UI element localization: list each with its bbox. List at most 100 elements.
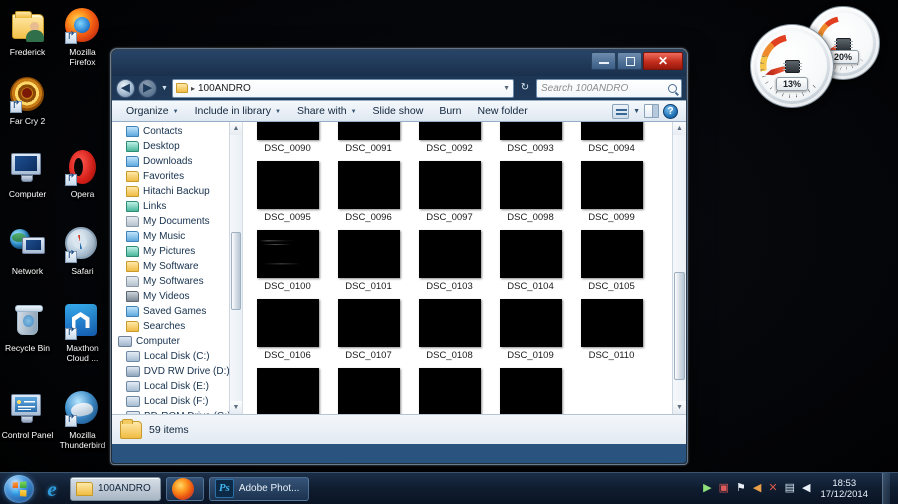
- nav-item-contacts[interactable]: Contacts: [116, 124, 242, 139]
- file-item[interactable]: DSC_0091: [328, 122, 409, 155]
- nav-item-my-software[interactable]: My Software: [116, 259, 242, 274]
- nav-item-local-disk-c[interactable]: Local Disk (C:): [116, 349, 242, 364]
- taskbar[interactable]: e 100ANDRO Ps Adobe Phot... ▶ ▣ ⚑ ◀ ✕ ▤ …: [0, 472, 898, 504]
- view-chevron-down-icon[interactable]: ▼: [633, 108, 640, 115]
- file-item[interactable]: DSC_0110: [571, 299, 652, 362]
- toolbar-new-folder[interactable]: New folder: [470, 103, 536, 119]
- nav-item-desktop[interactable]: Desktop: [116, 139, 242, 154]
- file-item[interactable]: DSC_0095: [247, 161, 328, 224]
- window-titlebar[interactable]: ✕: [112, 50, 686, 76]
- file-item[interactable]: DSC_0107: [328, 299, 409, 362]
- desktop[interactable]: Frederick Mozilla Firefox Far Cry 2 Comp…: [0, 0, 898, 504]
- desktop-icon-safari[interactable]: Safari: [55, 223, 110, 282]
- nav-item-local-disk-f[interactable]: Local Disk (F:): [116, 394, 242, 409]
- file-item[interactable]: DSC_0113: [409, 368, 490, 414]
- navigation-pane[interactable]: Contacts Desktop Downloads Favorites Hit…: [112, 122, 243, 414]
- nav-item-bd-rom-drive-g[interactable]: BD-ROM Drive (G:): [116, 409, 242, 414]
- nav-item-links[interactable]: Links: [116, 199, 242, 214]
- recent-pages-chevron-icon[interactable]: ▼: [160, 85, 169, 92]
- search-input[interactable]: Search 100ANDRO: [536, 78, 682, 98]
- scrollbar-thumb[interactable]: [231, 232, 241, 310]
- nav-item-my-pictures[interactable]: My Pictures: [116, 244, 242, 259]
- desktop-icon-recycle-bin[interactable]: Recycle Bin: [0, 300, 55, 369]
- file-item[interactable]: DSC_0108: [409, 299, 490, 362]
- refresh-button[interactable]: ↻: [517, 79, 533, 97]
- network-icon[interactable]: ▤: [785, 483, 795, 494]
- nav-item-my-softwares[interactable]: My Softwares: [116, 274, 242, 289]
- file-item[interactable]: DSC_0094: [571, 122, 652, 155]
- breadcrumb-chevron-down-icon[interactable]: ▼: [503, 85, 510, 92]
- toolbar-organize[interactable]: Organize ▼: [118, 103, 187, 119]
- nav-item-local-disk-e[interactable]: Local Disk (E:): [116, 379, 242, 394]
- nav-item-saved-games[interactable]: Saved Games: [116, 304, 242, 319]
- file-list-pane[interactable]: DSC_0090 DSC_0091 DSC_0092 DSC_0093 DSC_0094…: [243, 122, 686, 414]
- file-item[interactable]: DSC_0103: [409, 230, 490, 293]
- file-item[interactable]: DSC_0104: [490, 230, 571, 293]
- breadcrumb-path[interactable]: 100ANDRO: [198, 83, 251, 94]
- desktop-icon-computer[interactable]: Computer: [0, 146, 55, 205]
- file-item[interactable]: DSC_0112: [328, 368, 409, 414]
- file-item[interactable]: DSC_0101: [328, 230, 409, 293]
- file-item[interactable]: DSC_0109: [490, 299, 571, 362]
- nav-item-downloads[interactable]: Downloads: [116, 154, 242, 169]
- cpu-meter-gadget[interactable]: 13%: [750, 24, 834, 108]
- file-item[interactable]: DSC_0098: [490, 161, 571, 224]
- nav-item-searches[interactable]: Searches: [116, 319, 242, 334]
- navigation-scrollbar[interactable]: ▲ ▼: [229, 122, 242, 414]
- close-button[interactable]: ✕: [643, 52, 683, 70]
- minimize-button[interactable]: [591, 52, 616, 70]
- file-item[interactable]: DSC_0092: [409, 122, 490, 155]
- flag-action-center-icon[interactable]: ⚑: [736, 483, 746, 494]
- forward-button[interactable]: ▶: [138, 78, 157, 98]
- nav-item-favorites[interactable]: Favorites: [116, 169, 242, 184]
- file-item[interactable]: DSC_0093: [490, 122, 571, 155]
- maximize-button[interactable]: [617, 52, 642, 70]
- file-list-scrollbar[interactable]: ▲ ▼: [672, 122, 686, 414]
- nav-item-my-music[interactable]: My Music: [116, 229, 242, 244]
- toolbar-slide-show[interactable]: Slide show: [365, 103, 432, 119]
- scroll-up-arrow-icon[interactable]: ▲: [230, 122, 242, 135]
- taskbar-button-100andro[interactable]: 100ANDRO: [70, 476, 161, 501]
- file-item[interactable]: DSC_0100: [247, 230, 328, 293]
- preview-pane-button[interactable]: [644, 104, 659, 118]
- desktop-icon-control-panel[interactable]: Control Panel: [0, 387, 55, 456]
- nav-item-my-videos[interactable]: My Videos: [116, 289, 242, 304]
- desktop-icon-frederick[interactable]: Frederick: [0, 4, 55, 73]
- toolbar-burn[interactable]: Burn: [431, 103, 469, 119]
- explorer-window[interactable]: ✕ ◀ ▶ ▼ ▸ 100ANDRO ▼ ↻ Search 100ANDRO O…: [110, 48, 688, 465]
- taskbar-button-adobe-photoshop[interactable]: Ps Adobe Phot...: [208, 476, 310, 501]
- scroll-up-arrow-icon[interactable]: ▲: [673, 122, 686, 135]
- toolbar-include-in-library[interactable]: Include in library ▼: [187, 103, 289, 119]
- show-hidden-icons[interactable]: ▶: [703, 483, 711, 494]
- bluetooth-icon[interactable]: ✕: [768, 483, 777, 494]
- scroll-down-arrow-icon[interactable]: ▼: [673, 401, 686, 414]
- file-item[interactable]: DSC_0114: [490, 368, 571, 414]
- desktop-icon-mozilla-firefox[interactable]: Mozilla Firefox: [55, 4, 110, 73]
- show-desktop-button[interactable]: [882, 472, 890, 504]
- back-button[interactable]: ◀: [116, 78, 135, 98]
- volume-icon[interactable]: ◀: [802, 483, 810, 494]
- desktop-icon-mozilla-thunderbird[interactable]: Mozilla Thunderbird: [55, 387, 110, 456]
- nav-item-dvd-rw-drive-d[interactable]: DVD RW Drive (D:) Ac: [116, 364, 242, 379]
- taskbar-button-firefox[interactable]: [165, 476, 204, 501]
- scroll-down-arrow-icon[interactable]: ▼: [230, 401, 242, 414]
- file-item[interactable]: DSC_0106: [247, 299, 328, 362]
- nav-item-my-documents[interactable]: My Documents: [116, 214, 242, 229]
- internet-explorer-icon[interactable]: e: [41, 478, 63, 500]
- file-item[interactable]: DSC_0099: [571, 161, 652, 224]
- breadcrumb[interactable]: ▸ 100ANDRO ▼: [171, 78, 514, 98]
- toolbar-share-with[interactable]: Share with ▼: [289, 103, 365, 119]
- desktop-icon-maxthon-cloud[interactable]: Maxthon Cloud ...: [55, 300, 110, 369]
- desktop-icon-far-cry-2[interactable]: Far Cry 2: [0, 73, 55, 132]
- start-orb-icon[interactable]: [4, 474, 34, 503]
- desktop-icon-network[interactable]: Network: [0, 223, 55, 282]
- speaker-alert-icon[interactable]: ◀: [753, 483, 761, 494]
- clock[interactable]: 18:53 17/12/2014: [817, 478, 873, 500]
- file-item[interactable]: DSC_0105: [571, 230, 652, 293]
- file-item[interactable]: DSC_0111: [247, 368, 328, 414]
- desktop-icon-opera[interactable]: Opera: [55, 146, 110, 205]
- antivirus-icon[interactable]: ▣: [719, 483, 729, 494]
- file-item[interactable]: DSC_0097: [409, 161, 490, 224]
- file-item[interactable]: DSC_0096: [328, 161, 409, 224]
- help-button[interactable]: ?: [663, 103, 678, 119]
